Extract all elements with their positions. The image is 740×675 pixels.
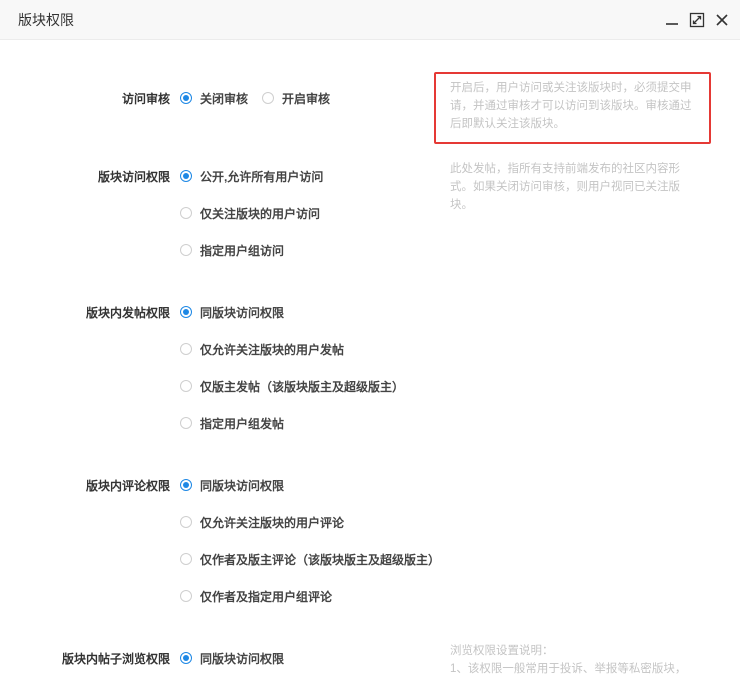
access-label: 版块访问权限 — [97, 170, 170, 184]
option-label: 公开,允许所有用户访问 — [200, 169, 324, 184]
radio-unchecked-icon[interactable] — [180, 516, 192, 528]
radio-checked-icon[interactable] — [180, 479, 192, 491]
option-label: 指定用户组发帖 — [200, 416, 285, 431]
radio-unchecked-icon[interactable] — [180, 244, 192, 256]
comment-option-followers[interactable]: 仅允许关注版块的用户评论 — [180, 514, 344, 530]
close-icon[interactable] — [714, 12, 730, 28]
visit-review-on-radio[interactable]: 开启审核 — [262, 90, 330, 106]
post-option-moderators[interactable]: 仅版主发帖（该版块版主及超级版主） — [180, 378, 404, 394]
option-label: 指定用户组访问 — [200, 243, 285, 258]
access-option-group[interactable]: 指定用户组访问 — [180, 242, 284, 258]
option-label: 开启审核 — [282, 91, 331, 106]
option-label: 同版块访问权限 — [200, 478, 285, 493]
option-label: 仅关注版块的用户访问 — [200, 206, 321, 221]
access-option-followers[interactable]: 仅关注版块的用户访问 — [180, 205, 320, 221]
window-title: 版块权限 — [18, 12, 74, 28]
option-label: 仅允许关注版块的用户发帖 — [200, 342, 345, 357]
post-option-followers[interactable]: 仅允许关注版块的用户发帖 — [180, 341, 344, 357]
maximize-icon[interactable] — [689, 12, 705, 28]
access-help: 此处发帖，指所有支持前端发布的社区内容形式。如果关闭访问审核，则用户视同已关注版… — [450, 163, 680, 211]
radio-unchecked-icon[interactable] — [180, 380, 192, 392]
option-label: 仅允许关注版块的用户评论 — [200, 515, 345, 530]
minimize-icon[interactable] — [664, 12, 680, 28]
dialog-content: 访问审核 关闭审核 开启审核 开启后，用户访问或关注该版块时，必须提交申请，并通… — [0, 40, 740, 675]
radio-unchecked-icon[interactable] — [180, 553, 192, 565]
option-label: 仅作者及指定用户组评论 — [200, 589, 333, 604]
post-label: 版块内发帖权限 — [85, 306, 170, 320]
comment-option-author-group[interactable]: 仅作者及指定用户组评论 — [180, 588, 332, 604]
radio-unchecked-icon[interactable] — [180, 207, 192, 219]
access-option-public[interactable]: 公开,允许所有用户访问 — [180, 168, 323, 184]
radio-checked-icon[interactable] — [180, 652, 192, 664]
radio-unchecked-icon[interactable] — [180, 343, 192, 355]
option-label: 仅作者及版主评论（该版块版主及超级版主） — [200, 552, 441, 567]
post-option-same[interactable]: 同版块访问权限 — [180, 304, 284, 320]
title-bar: 版块权限 — [0, 0, 740, 40]
option-label: 仅版主发帖（该版块版主及超级版主） — [200, 379, 405, 394]
comment-option-same[interactable]: 同版块访问权限 — [180, 477, 284, 493]
browse-option-same[interactable]: 同版块访问权限 — [180, 650, 284, 666]
visit-review-help: 开启后，用户访问或关注该版块时，必须提交申请，并通过审核才可以访问到该版块。审核… — [450, 82, 692, 130]
visit-review-label: 访问审核 — [121, 92, 170, 106]
option-label: 同版块访问权限 — [200, 651, 285, 666]
radio-unchecked-icon[interactable] — [180, 417, 192, 429]
option-label: 同版块访问权限 — [200, 305, 285, 320]
option-label: 关闭审核 — [200, 91, 249, 106]
browse-help-line1: 1、该权限一般常用于投诉、举报等私密版块， — [450, 663, 687, 675]
post-option-group[interactable]: 指定用户组发帖 — [180, 415, 284, 431]
radio-checked-icon[interactable] — [180, 92, 192, 104]
browse-help-title: 浏览权限设置说明： — [450, 645, 554, 657]
radio-unchecked-icon[interactable] — [180, 590, 192, 602]
radio-checked-icon[interactable] — [180, 306, 192, 318]
browse-label: 版块内帖子浏览权限 — [61, 652, 170, 666]
visit-review-off-radio[interactable]: 关闭审核 — [180, 90, 248, 106]
radio-checked-icon[interactable] — [180, 170, 192, 182]
radio-unchecked-icon[interactable] — [262, 92, 274, 104]
comment-label: 版块内评论权限 — [85, 479, 170, 493]
comment-option-author-moderators[interactable]: 仅作者及版主评论（该版块版主及超级版主） — [180, 551, 440, 567]
